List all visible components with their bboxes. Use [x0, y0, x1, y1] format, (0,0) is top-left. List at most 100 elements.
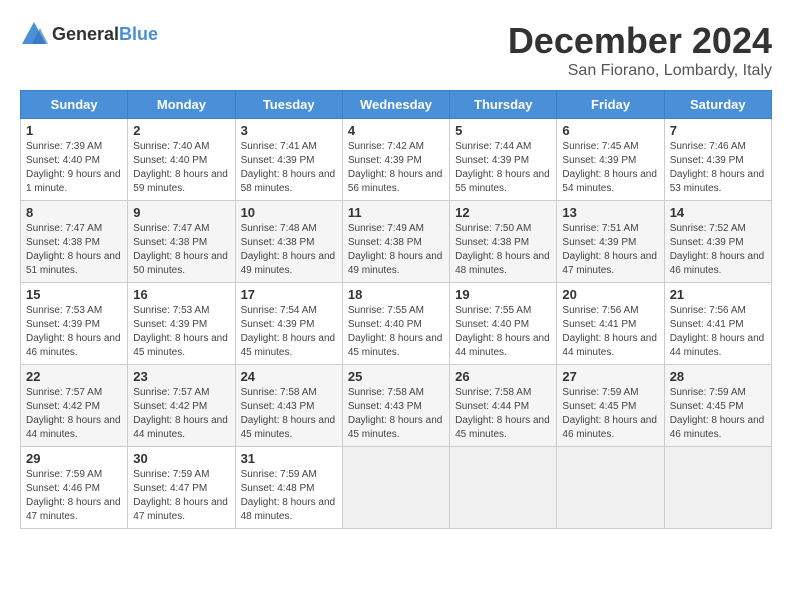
- calendar-cell: 18Sunrise: 7:55 AM Sunset: 4:40 PM Dayli…: [342, 283, 449, 365]
- calendar-cell: 6 Sunrise: 7:45 AM Sunset: 4:39 PM Daylig…: [557, 119, 664, 201]
- day-number: 16: [133, 287, 229, 302]
- calendar-cell: 17 Sunrise: 7:54 AM Sunset: 4:39 PM Dayli…: [235, 283, 342, 365]
- calendar-cell: 9 Sunrise: 7:47 AM Sunset: 4:38 PM Daylig…: [128, 201, 235, 283]
- day-info: Sunrise: 7:45 AM Sunset: 4:39 PM Dayligh…: [562, 140, 658, 196]
- calendar-cell: 19 Sunrise: 7:55 AM Sunset: 4:40 PM Dayli…: [450, 283, 557, 365]
- day-number: 8: [26, 205, 122, 220]
- day-info: Sunrise: 7:51 AM Sunset: 4:39 PM Dayligh…: [562, 222, 658, 278]
- day-number: 24: [241, 369, 337, 384]
- header: GeneralBlue December 2024 San Fiorano, L…: [20, 20, 772, 80]
- calendar-cell: 1 Sunrise: 7:39 AM Sunset: 4:40 PM Daylig…: [21, 119, 128, 201]
- day-info: Sunrise: 7:56 AM Sunset: 4:41 PM Dayligh…: [670, 304, 766, 360]
- calendar-cell: 23 Sunrise: 7:57 AM Sunset: 4:42 PM Dayli…: [128, 365, 235, 447]
- calendar-cell: 24 Sunrise: 7:58 AM Sunset: 4:43 PM Dayli…: [235, 365, 342, 447]
- calendar-cell: 26 Sunrise: 7:58 AM Sunset: 4:44 PM Dayli…: [450, 365, 557, 447]
- day-info: Sunrise: 7:59 AM Sunset: 4:46 PM Dayligh…: [26, 468, 122, 524]
- day-info: Sunrise: 7:46 AM Sunset: 4:39 PM Dayligh…: [670, 140, 766, 196]
- calendar-cell: 3Sunrise: 7:41 AM Sunset: 4:39 PM Daylig…: [235, 119, 342, 201]
- day-info: Sunrise: 7:42 AM Sunset: 4:39 PM Dayligh…: [348, 140, 444, 196]
- day-info: Sunrise: 7:58 AM Sunset: 4:43 PM Dayligh…: [348, 386, 444, 442]
- title-area: December 2024 San Fiorano, Lombardy, Ita…: [508, 20, 772, 80]
- weekday-header-friday: Friday: [557, 91, 664, 119]
- day-number: 23: [133, 369, 229, 384]
- day-info: Sunrise: 7:59 AM Sunset: 4:47 PM Dayligh…: [133, 468, 229, 524]
- day-number: 7: [670, 123, 766, 138]
- day-number: 30: [133, 451, 229, 466]
- calendar-cell: 27 Sunrise: 7:59 AM Sunset: 4:45 PM Dayli…: [557, 365, 664, 447]
- calendar-cell: 31 Sunrise: 7:59 AM Sunset: 4:48 PM Dayli…: [235, 447, 342, 529]
- calendar-cell: 21 Sunrise: 7:56 AM Sunset: 4:41 PM Dayli…: [664, 283, 771, 365]
- calendar-cell: 29 Sunrise: 7:59 AM Sunset: 4:46 PM Dayli…: [21, 447, 128, 529]
- day-number: 25: [348, 369, 444, 384]
- logo: GeneralBlue: [20, 20, 158, 48]
- calendar-cell: 5Sunrise: 7:44 AM Sunset: 4:39 PM Daylig…: [450, 119, 557, 201]
- day-number: 3: [241, 123, 337, 138]
- day-info: Sunrise: 7:54 AM Sunset: 4:39 PM Dayligh…: [241, 304, 337, 360]
- logo-general-text: General: [52, 24, 119, 44]
- calendar-cell: [342, 447, 449, 529]
- calendar-cell: 15 Sunrise: 7:53 AM Sunset: 4:39 PM Dayli…: [21, 283, 128, 365]
- calendar-cell: 12Sunrise: 7:50 AM Sunset: 4:38 PM Dayli…: [450, 201, 557, 283]
- calendar-week-1: 1 Sunrise: 7:39 AM Sunset: 4:40 PM Daylig…: [21, 119, 772, 201]
- day-number: 18: [348, 287, 444, 302]
- calendar-cell: 30 Sunrise: 7:59 AM Sunset: 4:47 PM Dayli…: [128, 447, 235, 529]
- calendar-week-3: 15 Sunrise: 7:53 AM Sunset: 4:39 PM Dayli…: [21, 283, 772, 365]
- calendar-cell: 7 Sunrise: 7:46 AM Sunset: 4:39 PM Daylig…: [664, 119, 771, 201]
- day-number: 29: [26, 451, 122, 466]
- weekday-header-wednesday: Wednesday: [342, 91, 449, 119]
- calendar-cell: 14Sunrise: 7:52 AM Sunset: 4:39 PM Dayli…: [664, 201, 771, 283]
- day-number: 12: [455, 205, 551, 220]
- day-number: 27: [562, 369, 658, 384]
- weekday-header-saturday: Saturday: [664, 91, 771, 119]
- day-info: Sunrise: 7:39 AM Sunset: 4:40 PM Dayligh…: [26, 140, 122, 196]
- calendar-cell: [557, 447, 664, 529]
- day-number: 31: [241, 451, 337, 466]
- day-info: Sunrise: 7:40 AM Sunset: 4:40 PM Dayligh…: [133, 140, 229, 196]
- day-info: Sunrise: 7:57 AM Sunset: 4:42 PM Dayligh…: [26, 386, 122, 442]
- calendar-cell: [450, 447, 557, 529]
- calendar-body: 1 Sunrise: 7:39 AM Sunset: 4:40 PM Daylig…: [21, 119, 772, 529]
- day-info: Sunrise: 7:59 AM Sunset: 4:45 PM Dayligh…: [562, 386, 658, 442]
- calendar-cell: 25 Sunrise: 7:58 AM Sunset: 4:43 PM Dayli…: [342, 365, 449, 447]
- day-info: Sunrise: 7:47 AM Sunset: 4:38 PM Dayligh…: [133, 222, 229, 278]
- calendar-table: SundayMondayTuesdayWednesdayThursdayFrid…: [20, 90, 772, 529]
- day-info: Sunrise: 7:57 AM Sunset: 4:42 PM Dayligh…: [133, 386, 229, 442]
- calendar-week-5: 29 Sunrise: 7:59 AM Sunset: 4:46 PM Dayli…: [21, 447, 772, 529]
- day-number: 13: [562, 205, 658, 220]
- day-number: 5: [455, 123, 551, 138]
- day-info: Sunrise: 7:58 AM Sunset: 4:43 PM Dayligh…: [241, 386, 337, 442]
- day-number: 22: [26, 369, 122, 384]
- day-info: Sunrise: 7:49 AM Sunset: 4:38 PM Dayligh…: [348, 222, 444, 278]
- calendar-cell: 20Sunrise: 7:56 AM Sunset: 4:41 PM Dayli…: [557, 283, 664, 365]
- calendar-cell: 16Sunrise: 7:53 AM Sunset: 4:39 PM Dayli…: [128, 283, 235, 365]
- weekday-header-sunday: Sunday: [21, 91, 128, 119]
- day-number: 6: [562, 123, 658, 138]
- day-number: 19: [455, 287, 551, 302]
- logo-blue-text: Blue: [119, 24, 158, 44]
- day-info: Sunrise: 7:48 AM Sunset: 4:38 PM Dayligh…: [241, 222, 337, 278]
- day-number: 9: [133, 205, 229, 220]
- day-info: Sunrise: 7:59 AM Sunset: 4:45 PM Dayligh…: [670, 386, 766, 442]
- day-info: Sunrise: 7:55 AM Sunset: 4:40 PM Dayligh…: [455, 304, 551, 360]
- calendar-cell: 4 Sunrise: 7:42 AM Sunset: 4:39 PM Daylig…: [342, 119, 449, 201]
- day-number: 10: [241, 205, 337, 220]
- day-number: 11: [348, 205, 444, 220]
- weekday-header-monday: Monday: [128, 91, 235, 119]
- calendar-week-2: 8 Sunrise: 7:47 AM Sunset: 4:38 PM Daylig…: [21, 201, 772, 283]
- day-number: 17: [241, 287, 337, 302]
- day-number: 15: [26, 287, 122, 302]
- calendar-week-4: 22 Sunrise: 7:57 AM Sunset: 4:42 PM Dayli…: [21, 365, 772, 447]
- month-title: December 2024: [508, 20, 772, 62]
- day-number: 4: [348, 123, 444, 138]
- day-info: Sunrise: 7:59 AM Sunset: 4:48 PM Dayligh…: [241, 468, 337, 524]
- day-number: 26: [455, 369, 551, 384]
- calendar-cell: [664, 447, 771, 529]
- day-number: 21: [670, 287, 766, 302]
- calendar-cell: 28Sunrise: 7:59 AM Sunset: 4:45 PM Dayli…: [664, 365, 771, 447]
- weekday-header-thursday: Thursday: [450, 91, 557, 119]
- day-info: Sunrise: 7:53 AM Sunset: 4:39 PM Dayligh…: [26, 304, 122, 360]
- day-info: Sunrise: 7:58 AM Sunset: 4:44 PM Dayligh…: [455, 386, 551, 442]
- day-info: Sunrise: 7:47 AM Sunset: 4:38 PM Dayligh…: [26, 222, 122, 278]
- generalblue-logo-icon: [20, 20, 48, 48]
- day-number: 1: [26, 123, 122, 138]
